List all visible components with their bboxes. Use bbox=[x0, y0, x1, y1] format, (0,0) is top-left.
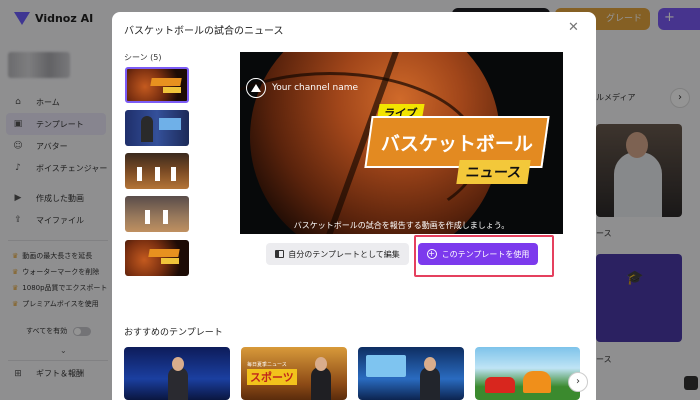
close-icon[interactable]: ✕ bbox=[568, 20, 579, 35]
subheadline-banner: ニュース bbox=[456, 160, 531, 184]
chevron-right-icon[interactable]: › bbox=[568, 372, 588, 392]
channel-logo-icon bbox=[246, 78, 266, 98]
use-template-button[interactable]: + このテンプレートを使用 bbox=[418, 243, 538, 265]
plus-circle-icon: + bbox=[426, 249, 437, 259]
preview-caption: バスケットボールの試合を報告する動画を作成しましょう。 bbox=[293, 221, 510, 230]
channel-name: Your channel name bbox=[272, 83, 359, 93]
edit-panel-icon bbox=[275, 250, 285, 258]
recommended-template-card[interactable] bbox=[124, 347, 230, 400]
modal-title: バスケットボールの試合のニュース bbox=[124, 26, 284, 37]
recommended-templates-title: おすすめのテンプレート bbox=[124, 328, 223, 338]
scene-thumbnail[interactable] bbox=[125, 153, 189, 189]
scene-thumbnail[interactable] bbox=[125, 196, 189, 232]
edit-button-label: 自分のテンプレートとして編集 bbox=[288, 249, 400, 259]
recommended-template-card[interactable] bbox=[358, 347, 464, 400]
scene-thumbnail[interactable] bbox=[125, 110, 189, 146]
scene-thumbnail[interactable] bbox=[125, 67, 189, 103]
recommended-template-card[interactable]: 毎日夏季ニュース スポーツ bbox=[241, 347, 347, 400]
recommended-template-card[interactable] bbox=[475, 347, 580, 400]
template-preview-modal: バスケットボールの試合のニュース ✕ シーン (5) Your channel … bbox=[112, 12, 596, 400]
use-button-label: このテンプレートを使用 bbox=[441, 249, 530, 259]
scene-thumbnail[interactable] bbox=[125, 240, 189, 276]
scene-count-label: シーン (5) bbox=[124, 53, 162, 62]
edit-as-my-template-button[interactable]: 自分のテンプレートとして編集 bbox=[266, 243, 409, 265]
headline-text: バスケットボール bbox=[380, 132, 533, 155]
video-preview[interactable]: Your channel name ライブ バスケットボール ニュース バスケッ… bbox=[240, 52, 563, 234]
